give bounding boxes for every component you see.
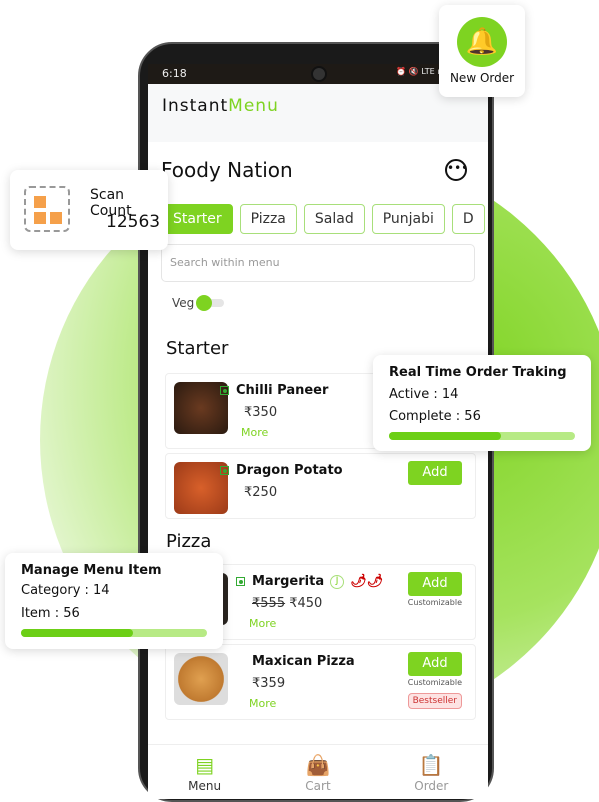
shopping-bag-icon: 👜 — [305, 753, 331, 777]
menu-item[interactable]: Dragon Potato ₹250 Add — [165, 453, 476, 519]
veg-toggle[interactable] — [196, 295, 225, 311]
qr-code-icon — [24, 186, 70, 232]
bottom-nav: ▤ Menu 👜 Cart 📋 Order — [148, 744, 488, 799]
add-button[interactable]: Add — [408, 652, 462, 676]
menu-book-icon: ▤ — [195, 753, 215, 777]
veg-icon — [220, 466, 229, 475]
item-name: Chilli Paneer — [236, 383, 329, 398]
nav-label: Order — [414, 779, 449, 793]
manage-progress-bar — [21, 629, 207, 637]
order-tracking-card: Real Time Order Traking Active : 14 Comp… — [373, 355, 591, 451]
item-price: ₹450 — [289, 596, 323, 611]
nav-order[interactable]: 📋 Order — [391, 753, 471, 799]
logo-text-accent: Menu — [228, 96, 279, 116]
category-count: Category : 14 — [21, 583, 110, 598]
app-logo: InstantMenu — [148, 84, 488, 142]
scan-count-card: Scan Count 12563 — [10, 170, 168, 250]
item-name: Margerita — [252, 574, 325, 589]
nav-label: Menu — [188, 779, 222, 793]
manage-title: Manage Menu Item — [21, 563, 162, 578]
old-price: ₹555 — [252, 596, 286, 611]
veg-icon — [220, 386, 229, 395]
more-link[interactable]: More — [249, 697, 276, 710]
nav-label: Cart — [305, 779, 331, 793]
customizable-label: Customizable — [407, 598, 462, 607]
new-order-label: New Order — [449, 71, 515, 85]
item-price: ₹350 — [244, 405, 278, 420]
bell-icon: 🔔 — [457, 17, 507, 67]
tab-more[interactable]: D — [451, 204, 485, 234]
food-image — [174, 653, 228, 705]
spicy-chilli-icon: 🌶🌶 — [350, 574, 384, 589]
nav-menu[interactable]: ▤ Menu — [165, 753, 245, 799]
tracking-title: Real Time Order Traking — [389, 365, 567, 380]
camera — [311, 66, 327, 82]
logo-text: Instant — [162, 96, 229, 116]
restaurant-title: Foody Nation — [161, 158, 293, 182]
more-horizontal-icon[interactable]: ••• — [445, 159, 468, 181]
tracking-progress-bar — [389, 432, 575, 440]
section-title: Pizza — [166, 531, 212, 552]
active-count: Active : 14 — [389, 387, 459, 402]
status-time: 6:18 — [162, 67, 187, 80]
add-button[interactable]: Add — [408, 572, 462, 596]
more-link[interactable]: More — [249, 617, 276, 630]
item-price: ₹359 — [252, 676, 286, 691]
add-button[interactable]: Add — [408, 461, 462, 485]
item-count: Item : 56 — [21, 606, 80, 621]
new-order-card: 🔔 New Order — [439, 5, 525, 97]
category-tabs: Starter Pizza Salad Punjabi D — [148, 204, 488, 234]
item-price: ₹250 — [244, 485, 278, 500]
search-input[interactable]: Search within menu — [161, 244, 475, 282]
nav-cart[interactable]: 👜 Cart — [278, 753, 358, 799]
jain-badge-icon: J — [330, 574, 345, 589]
bestseller-badge: Bestseller — [407, 693, 462, 709]
tab-punjabi[interactable]: Punjabi — [371, 204, 445, 234]
clipboard-icon: 📋 — [418, 753, 444, 777]
manage-menu-card: Manage Menu Item Category : 14 Item : 56 — [5, 553, 223, 649]
menu-item[interactable]: Maxican Pizza ₹359 More Add Customizable… — [165, 644, 476, 720]
complete-count: Complete : 56 — [389, 409, 481, 424]
item-name: Dragon Potato — [236, 463, 343, 478]
veg-icon — [236, 577, 245, 586]
tab-pizza[interactable]: Pizza — [239, 204, 297, 234]
item-name: Maxican Pizza — [252, 654, 355, 669]
more-link[interactable]: More — [241, 426, 268, 439]
tab-salad[interactable]: Salad — [303, 204, 365, 234]
veg-label: Veg — [172, 296, 195, 310]
customizable-label: Customizable — [407, 678, 462, 687]
scan-count-value: 12563 — [106, 212, 161, 232]
